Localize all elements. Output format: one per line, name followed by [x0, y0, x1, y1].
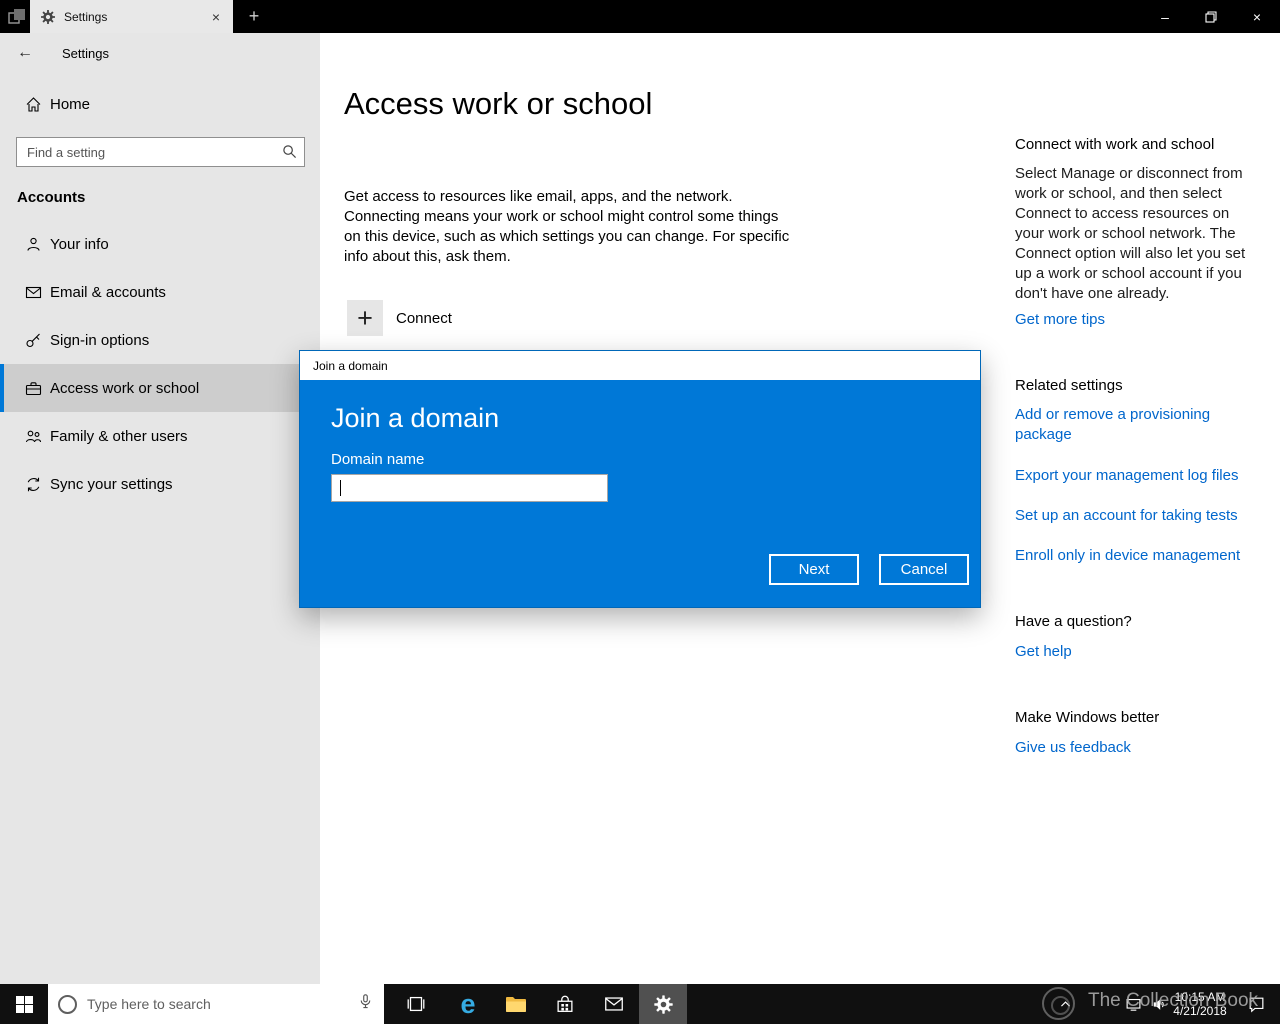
dialog-titlebar: Join a domain	[300, 351, 980, 380]
get-help-link[interactable]: Get help	[1015, 642, 1265, 662]
get-more-tips-link[interactable]: Get more tips	[1015, 310, 1265, 330]
selected-accent-bar	[0, 364, 4, 412]
folder-icon	[506, 997, 526, 1012]
sidebar-item-access-work-or-school[interactable]: Access work or school	[0, 364, 320, 412]
make-windows-better-title: Make Windows better	[1015, 709, 1160, 726]
taskbar: e 10:15 AM 4/21/2018	[0, 984, 1280, 1024]
sidebar-item-label: Email & accounts	[50, 283, 166, 301]
tab-close-icon[interactable]: ×	[205, 6, 227, 28]
taskbar-search-input[interactable]	[87, 996, 357, 1012]
sidebar-item-email-accounts[interactable]: Email & accounts	[0, 268, 320, 316]
tray-chevron-up-icon[interactable]	[1053, 984, 1077, 1024]
sidebar-item-sign-in-options[interactable]: Sign-in options	[0, 316, 320, 364]
sidebar-item-label: Family & other users	[50, 427, 188, 445]
briefcase-icon	[25, 380, 42, 397]
connect-button[interactable]: + Connect	[347, 300, 452, 336]
action-center-icon[interactable]	[1236, 984, 1276, 1024]
store-button[interactable]	[541, 984, 589, 1024]
task-view-button[interactable]	[392, 984, 440, 1024]
link-export-management-logs[interactable]: Export your management log files	[1015, 466, 1265, 486]
have-a-question-title: Have a question?	[1015, 613, 1132, 630]
settings-search-input[interactable]	[16, 137, 305, 167]
people-icon	[25, 428, 42, 445]
aside-help-body: Select Manage or disconnect from work or…	[1015, 165, 1246, 302]
edge-button[interactable]: e	[444, 984, 492, 1024]
page-title: Access work or school	[344, 86, 653, 121]
start-button[interactable]	[0, 984, 48, 1024]
network-icon[interactable]	[1120, 984, 1146, 1024]
cancel-button[interactable]: Cancel	[879, 554, 969, 585]
sidebar-home-label: Home	[50, 95, 91, 113]
plus-icon: +	[347, 300, 383, 336]
give-feedback-link[interactable]: Give us feedback	[1015, 738, 1265, 758]
back-arrow-icon[interactable]: ←	[0, 44, 50, 62]
sidebar-item-label: Sync your settings	[50, 475, 173, 493]
cortana-icon	[58, 994, 77, 1014]
close-button[interactable]: ×	[1234, 0, 1280, 33]
window-controls: – ×	[1142, 0, 1280, 33]
sidebar-items: Your info Email & accounts Sign-in optio…	[0, 220, 320, 508]
sidebar-item-label: Sign-in options	[50, 331, 150, 349]
sidebar-item-home[interactable]: Home	[0, 84, 320, 124]
settings-gear-icon	[40, 9, 56, 25]
store-bag-icon	[557, 995, 573, 1012]
edge-icon: e	[460, 988, 476, 1019]
person-icon	[25, 236, 42, 253]
mail-icon	[605, 997, 623, 1011]
sidebar-item-sync-your-settings[interactable]: Sync your settings	[0, 460, 320, 508]
key-icon	[25, 332, 42, 349]
sidebar-item-your-info[interactable]: Your info	[0, 220, 320, 268]
sets-tabs-icon[interactable]	[8, 8, 26, 26]
microphone-icon[interactable]	[357, 992, 374, 1016]
app-title: Settings	[62, 45, 109, 61]
sidebar-item-label: Your info	[50, 235, 109, 253]
link-device-management[interactable]: Enroll only in device management	[1015, 546, 1265, 566]
link-test-taking-account[interactable]: Set up an account for taking tests	[1015, 506, 1265, 526]
settings-sidebar: ← Settings Home Accounts Your info	[0, 33, 320, 984]
dialog-buttons: Next Cancel	[769, 554, 969, 585]
task-view-icon	[407, 996, 425, 1012]
tab-settings[interactable]: Settings ×	[30, 0, 233, 33]
tray-clock[interactable]: 10:15 AM 4/21/2018	[1166, 984, 1234, 1024]
domain-name-input[interactable]	[331, 474, 608, 502]
page-description: Get access to resources like email, apps…	[344, 188, 790, 265]
windows-logo-icon	[15, 995, 33, 1013]
aside-help-title: Connect with work and school	[1015, 136, 1215, 153]
new-tab-button[interactable]: +	[238, 0, 270, 33]
restore-button[interactable]	[1188, 0, 1234, 33]
sync-icon	[25, 476, 42, 493]
settings-taskbar-button[interactable]	[639, 984, 687, 1024]
join-domain-dialog: Join a domain Join a domain Domain name …	[299, 350, 981, 608]
next-button[interactable]: Next	[769, 554, 859, 585]
sidebar-item-label: Access work or school	[50, 379, 200, 397]
window-titlebar: Settings × + – ×	[0, 0, 1280, 33]
tab-title: Settings	[64, 9, 108, 24]
link-provisioning-package[interactable]: Add or remove a provisioning package	[1015, 405, 1227, 445]
mail-button[interactable]	[590, 984, 638, 1024]
file-explorer-button[interactable]	[492, 984, 540, 1024]
home-icon	[25, 96, 42, 113]
screen: Settings × + – × ← Settings Home Find a …	[0, 0, 1280, 1024]
dialog-heading: Join a domain	[331, 403, 500, 433]
tray-date: 4/21/2018	[1173, 1004, 1227, 1018]
sidebar-section-title: Accounts	[17, 189, 86, 206]
related-settings-title: Related settings	[1015, 377, 1123, 394]
domain-name-label: Domain name	[331, 451, 425, 468]
connect-label: Connect	[396, 309, 452, 327]
taskbar-search-box[interactable]	[48, 984, 384, 1024]
minimize-button[interactable]: –	[1142, 0, 1188, 33]
tray-time: 10:15 AM	[1174, 990, 1226, 1004]
sidebar-item-family-other-users[interactable]: Family & other users	[0, 412, 320, 460]
settings-search-box	[16, 137, 305, 167]
gear-icon	[653, 994, 673, 1014]
back-bar: ← Settings	[0, 37, 109, 69]
search-icon	[282, 144, 297, 164]
envelope-icon	[25, 284, 42, 301]
